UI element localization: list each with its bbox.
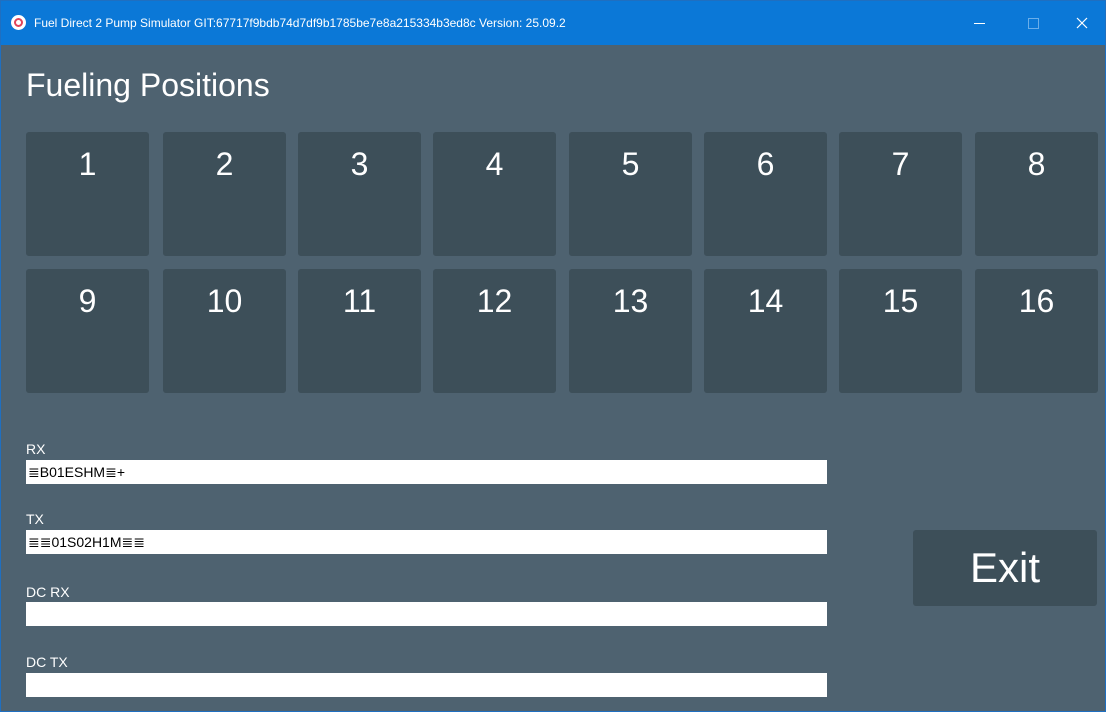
fueling-position-13[interactable]: 13 — [569, 269, 692, 393]
maximize-button — [1011, 1, 1057, 45]
fueling-position-6[interactable]: 6 — [704, 132, 827, 256]
fueling-position-9[interactable]: 9 — [26, 269, 149, 393]
fueling-position-label: 15 — [882, 283, 919, 319]
exit-button[interactable]: Exit — [913, 530, 1097, 606]
fueling-position-4[interactable]: 4 — [433, 132, 556, 256]
tx-label: TX — [26, 511, 44, 527]
fueling-position-1[interactable]: 1 — [26, 132, 149, 256]
fueling-position-label: 14 — [747, 283, 784, 319]
fueling-position-label: 3 — [350, 146, 369, 182]
dc-tx-label: DC TX — [26, 654, 68, 670]
fueling-position-label: 11 — [342, 283, 377, 319]
title-bar[interactable]: Fuel Direct 2 Pump Simulator GIT:67717f9… — [1, 1, 1105, 45]
maximize-icon — [1028, 18, 1039, 29]
rx-label: RX — [26, 441, 46, 457]
fueling-position-label: 5 — [621, 146, 640, 182]
fueling-position-2[interactable]: 2 — [163, 132, 286, 256]
dc-rx-label: DC RX — [26, 584, 70, 600]
page-title: Fueling Positions — [26, 67, 270, 103]
minimize-button[interactable] — [957, 1, 1003, 45]
fueling-position-14[interactable]: 14 — [704, 269, 827, 393]
fueling-position-3[interactable]: 3 — [298, 132, 421, 256]
fueling-position-16[interactable]: 16 — [975, 269, 1098, 393]
fueling-position-label: 16 — [1018, 283, 1055, 319]
fueling-position-7[interactable]: 7 — [839, 132, 962, 256]
fueling-position-5[interactable]: 5 — [569, 132, 692, 256]
fueling-position-label: 1 — [78, 146, 97, 182]
fueling-position-label: 13 — [612, 283, 649, 319]
close-button[interactable] — [1059, 1, 1105, 45]
dc-tx-field[interactable] — [26, 673, 827, 697]
dc-rx-field[interactable] — [26, 602, 827, 626]
fueling-position-label: 7 — [891, 146, 910, 182]
fueling-positions-grid: 1 2 3 4 5 6 7 8 9 10 11 12 13 14 15 16 — [26, 132, 1098, 393]
fueling-position-label: 6 — [756, 146, 775, 182]
fueling-position-label: 12 — [476, 283, 513, 319]
fueling-position-12[interactable]: 12 — [433, 269, 556, 393]
fueling-position-15[interactable]: 15 — [839, 269, 962, 393]
tx-field[interactable] — [26, 530, 827, 554]
fueling-position-label: 2 — [215, 146, 234, 182]
close-icon — [1076, 17, 1088, 29]
fueling-position-label: 4 — [485, 146, 504, 182]
fueling-position-10[interactable]: 10 — [163, 269, 286, 393]
fueling-position-8[interactable]: 8 — [975, 132, 1098, 256]
fueling-position-label: 8 — [1027, 146, 1046, 182]
rx-field[interactable] — [26, 460, 827, 484]
app-window: Fuel Direct 2 Pump Simulator GIT:67717f9… — [0, 0, 1106, 712]
minimize-icon — [974, 23, 985, 24]
window-title: Fuel Direct 2 Pump Simulator GIT:67717f9… — [34, 16, 566, 30]
app-logo-icon — [11, 15, 26, 30]
fueling-position-label: 9 — [78, 283, 97, 319]
fueling-position-label: 10 — [206, 283, 243, 319]
fueling-position-11[interactable]: 11 — [298, 269, 421, 393]
